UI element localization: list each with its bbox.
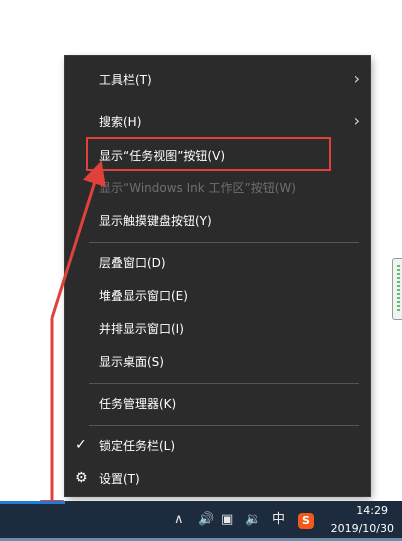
menu-item-show-desktop[interactable]: 显示桌面(S) [65,347,370,377]
side-volume-widget[interactable] [392,258,402,320]
menu-item-side-by-side-windows[interactable]: 并排显示窗口(I) [65,314,370,344]
clock-date[interactable]: 2019/10/30 [331,522,394,535]
menu-separator [89,383,359,384]
volume-level-bar [397,265,400,313]
menu-item-label: 堆叠显示窗口(E) [99,289,188,303]
menu-item-task-manager[interactable]: 任务管理器(K) [65,389,370,419]
chevron-right-icon: › [353,69,360,88]
checkmark-icon: ✓ [75,437,87,453]
volume-icon[interactable]: 🔉 [245,512,261,528]
menu-item-label: 任务管理器(K) [99,397,177,411]
sogou-input-icon[interactable]: S [298,513,314,529]
menu-item-label: 显示桌面(S) [99,355,164,369]
menu-item-show-windows-ink-button: 显示“Windows Ink 工作区”按钮(W) [65,173,370,203]
menu-item-label: 锁定任务栏(L) [99,439,176,453]
menu-item-stack-windows[interactable]: 堆叠显示窗口(E) [65,281,370,311]
menu-separator [89,242,359,243]
taskbar-context-menu: 工具栏(T) › 搜索(H) › 显示“任务视图”按钮(V) 显示“Window… [65,56,370,496]
menu-item-label: 显示触摸键盘按钮(Y) [99,214,212,228]
speaker-warning-icon[interactable]: 🔊 [198,512,214,528]
gear-icon: ⚙ [75,470,88,486]
menu-item-lock-taskbar[interactable]: ✓ 锁定任务栏(L) [65,431,370,461]
menu-item-search[interactable]: 搜索(H) › [65,107,370,137]
menu-item-label: 搜索(H) [99,115,142,129]
menu-item-label: 工具栏(T) [99,73,152,87]
taskbar[interactable]: ∧ 🔊 ▣ 🔉 中 S 14:29 2019/10/30 [0,501,402,541]
menu-item-label: 并排显示窗口(I) [99,322,184,336]
menu-item-label: 显示“Windows Ink 工作区”按钮(W) [99,181,296,195]
start-accent-line [0,501,65,504]
network-icon[interactable]: ▣ [221,512,233,528]
clock-time[interactable]: 14:29 [356,504,388,517]
ime-mode-indicator[interactable]: 中 [272,512,285,528]
menu-item-settings[interactable]: ⚙ 设置(T) [65,464,370,494]
menu-item-label: 设置(T) [99,472,140,486]
tray-overflow-chevron-icon[interactable]: ∧ [174,512,184,528]
menu-separator [89,425,359,426]
menu-item-toolbars[interactable]: 工具栏(T) › [65,65,370,95]
highlight-box [86,137,331,171]
menu-item-cascade-windows[interactable]: 层叠窗口(D) [65,248,370,278]
menu-item-show-touch-keyboard-button[interactable]: 显示触摸键盘按钮(Y) [65,206,370,236]
chevron-right-icon: › [353,111,360,130]
menu-item-label: 层叠窗口(D) [99,256,166,270]
